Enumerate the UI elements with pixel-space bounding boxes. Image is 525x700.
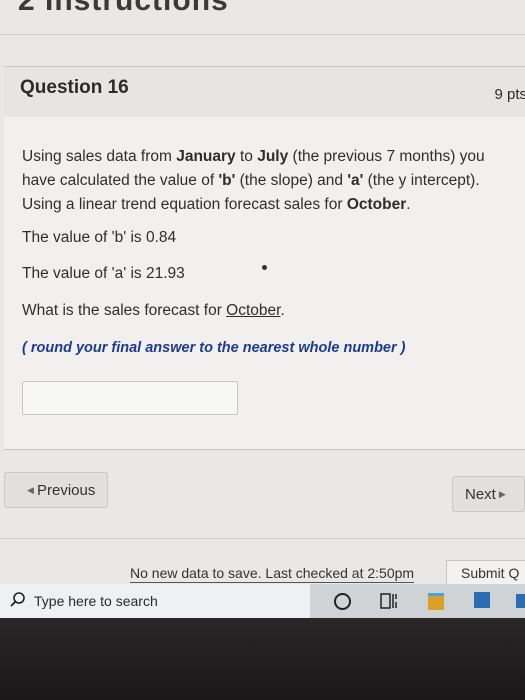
cortana-icon[interactable] [334,593,351,610]
monitor-bezel [0,618,525,700]
file-explorer-icon[interactable] [428,593,444,610]
chevron-left-icon: ◀ [27,485,34,495]
edge-icon[interactable] [516,594,525,608]
a-value-text: The value of 'a' is 21.93 [22,265,185,282]
forecast-prompt: What is the sales forecast for October. [22,302,285,319]
next-label: Next [465,485,496,503]
question-header: Question 16 9 pts [4,66,525,118]
question-title: Question 16 [20,77,129,98]
b-value-text: The value of 'b' is 0.84 [22,229,177,246]
divider [0,538,525,539]
search-placeholder: Type here to search [34,593,158,609]
previous-label: Previous [37,481,96,499]
next-button[interactable]: Next ▶ [452,476,525,512]
task-view-icon[interactable] [380,592,400,610]
previous-button[interactable]: ◀ Previous [4,472,108,508]
divider [0,34,525,35]
question-body: Using sales data from January to July (t… [4,117,525,450]
store-icon[interactable] [474,592,490,608]
question-points: 9 pts [494,86,525,103]
answer-input[interactable] [22,381,238,415]
question-intro: Using sales data from January to July (t… [22,148,485,213]
quiz-screen: 2 Instructions Question 16 9 pts Using s… [0,0,525,618]
save-status: No new data to save. Last checked at 2:5… [130,565,415,583]
submit-quiz-button[interactable]: Submit Q [446,560,525,586]
section-heading: 2 Instructions [18,0,229,17]
search-icon [10,592,25,607]
taskbar-search[interactable]: Type here to search [0,584,310,618]
windows-taskbar: Type here to search [0,584,525,618]
rounding-note: ( round your final answer to the nearest… [22,340,406,356]
cursor-dot [262,265,267,270]
chevron-right-icon: ▶ [498,488,506,499]
